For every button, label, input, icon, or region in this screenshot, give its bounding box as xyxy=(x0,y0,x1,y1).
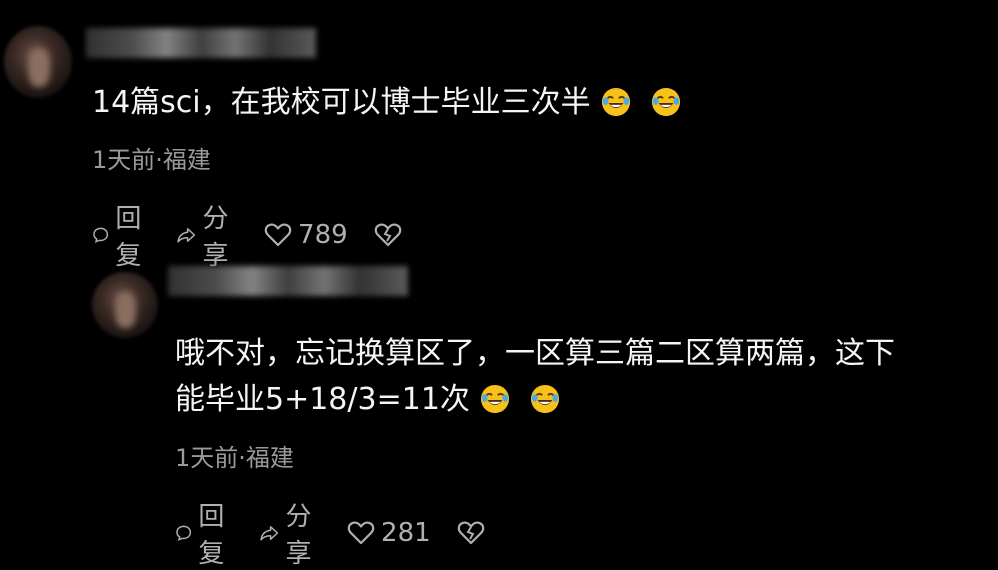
reply-label: 回复 xyxy=(115,204,142,271)
share-arrow-icon xyxy=(260,526,279,541)
share-button[interactable]: 分享 xyxy=(259,496,321,570)
share-arrow-icon xyxy=(177,228,196,243)
laugh-cry-emoji-icon xyxy=(480,384,510,414)
comment-text: 哦不对，忘记换算区了，一区算三篇二区算两篇，这下 能毕业5+18/3=11次 xyxy=(175,335,895,419)
dislike-button[interactable] xyxy=(457,520,491,546)
comment-meta: 1天前·福建 xyxy=(175,444,294,472)
dislike-button[interactable] xyxy=(374,222,408,248)
comment-actions: 回复 分享 281 xyxy=(175,496,517,570)
avatar[interactable] xyxy=(4,26,72,98)
avatar[interactable] xyxy=(92,272,158,338)
chat-bubble-icon xyxy=(93,227,109,243)
comment-text-line: 哦不对，忘记换算区了，一区算三篇二区算两篇，这下 xyxy=(175,336,895,371)
comment-text-line: 14篇sci，在我校可以博士毕业三次半 xyxy=(92,85,591,120)
share-label: 分享 xyxy=(202,204,229,271)
username-blurred[interactable] xyxy=(86,28,316,58)
laugh-cry-emoji-icon xyxy=(651,87,681,117)
reply-button[interactable]: 回复 xyxy=(175,496,233,570)
share-label: 分享 xyxy=(285,502,312,569)
comment-text-line: 能毕业5+18/3=11次 xyxy=(175,382,470,417)
username-blurred[interactable] xyxy=(168,266,408,296)
broken-heart-icon xyxy=(457,521,484,545)
comment-text-line-2: 能毕业5+18/3=11次 xyxy=(175,381,895,419)
comment-text: 14篇sci，在我校可以博士毕业三次半 xyxy=(92,84,681,122)
comment-actions: 回复 分享 789 xyxy=(92,198,434,272)
share-button[interactable]: 分享 xyxy=(176,198,238,272)
laugh-cry-emoji-icon xyxy=(601,87,631,117)
chat-bubble-icon xyxy=(176,525,192,541)
reply-button[interactable]: 回复 xyxy=(92,198,150,272)
comment-meta: 1天前·福建 xyxy=(92,146,211,174)
laugh-cry-emoji-icon xyxy=(530,384,560,414)
like-count: 281 xyxy=(381,518,431,548)
like-button[interactable]: 789 xyxy=(264,220,348,250)
heart-icon xyxy=(264,223,292,247)
reply-label: 回复 xyxy=(198,502,225,569)
broken-heart-icon xyxy=(374,223,401,247)
like-count: 789 xyxy=(298,220,348,250)
heart-icon xyxy=(347,521,375,545)
like-button[interactable]: 281 xyxy=(347,518,431,548)
